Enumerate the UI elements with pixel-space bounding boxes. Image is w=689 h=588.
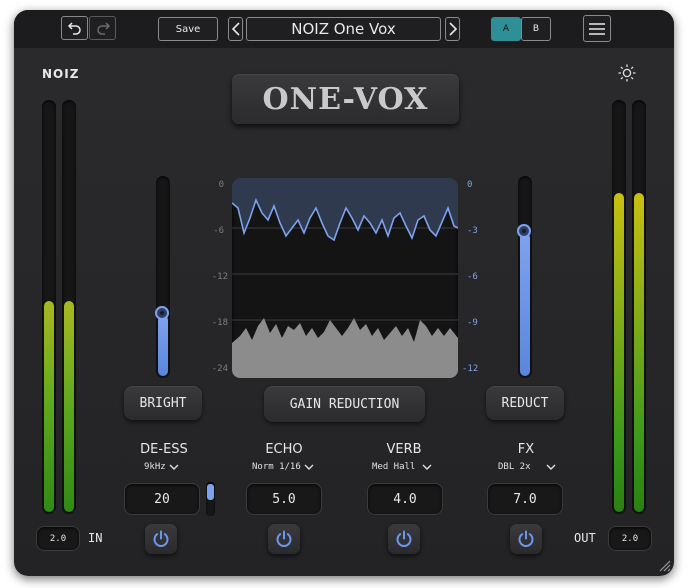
preset-name-display[interactable]: NOIZ One Vox [246,17,441,41]
output-meter-left-fill [614,193,624,512]
gain-reduction-graph [232,178,458,378]
echo-time-select[interactable]: Norm 1/16 [252,462,314,472]
product-title-plate: ONE-VOX [232,74,459,124]
fx-type-select[interactable]: DBL 2x [498,462,556,472]
left-scale-1: -6 [213,226,224,236]
gain-reduction-button[interactable]: GAIN REDUCTION [264,386,425,422]
output-meter-left [612,100,626,514]
bright-slider[interactable] [155,176,170,378]
verb-power-button[interactable] [388,524,420,554]
verb-label: VERB [386,442,422,457]
left-scale-0: 0 [218,180,224,190]
verb-value-field[interactable]: 4.0 [367,483,443,515]
bright-button[interactable]: BRIGHT [124,386,202,420]
undo-icon [67,22,81,35]
output-label: OUT [574,531,596,545]
chevron-down-icon [422,464,432,470]
redo-button[interactable] [89,16,116,40]
echo-time-value: Norm 1/16 [252,462,301,472]
chevron-down-icon [304,464,314,470]
brightness-icon[interactable] [618,64,636,82]
save-button[interactable]: Save [158,17,218,41]
right-scale-4: -12 [462,364,479,374]
power-icon [518,530,534,547]
reduct-slider-handle[interactable] [517,224,531,238]
reduct-slider[interactable] [517,176,532,378]
menu-icon [589,22,605,35]
left-scale-2: -12 [211,272,228,282]
input-meter-left [42,100,56,514]
resize-icon[interactable] [657,558,671,572]
input-meter-left-fill [44,300,54,512]
power-icon [153,530,169,547]
power-icon [396,530,412,547]
bright-slider-handle[interactable] [155,306,169,320]
verb-type-value: Med Hall [372,462,416,472]
output-meter-right-fill [634,193,644,512]
deess-mini-slider-handle[interactable] [207,484,214,500]
plugin-window: Save NOIZ One Vox A B NOIZ ONE-VOX 0 -6 … [14,10,674,576]
fx-label: FX [517,442,535,457]
input-meter-right-fill [64,300,74,512]
verb-type-select[interactable]: Med Hall [372,462,432,472]
top-bar: Save NOIZ One Vox A B [14,10,674,48]
chevron-down-icon [169,464,179,470]
next-preset-button[interactable] [445,17,460,41]
deess-power-button[interactable] [145,524,177,554]
input-waveform [232,318,458,378]
input-label: IN [88,531,103,545]
next-icon [448,22,457,36]
echo-label: ECHO [265,442,303,457]
prev-preset-button[interactable] [228,17,243,41]
deess-frequency-select[interactable]: 9kHz [144,462,179,472]
echo-power-button[interactable] [268,524,300,554]
menu-button[interactable] [583,15,611,42]
input-meter-right [62,100,76,514]
left-scale-4: -24 [211,364,228,374]
deess-label: DE-ESS [140,442,188,457]
right-scale-2: -6 [467,272,478,282]
fx-power-button[interactable] [510,524,542,554]
output-meter-right [632,100,646,514]
right-scale-0: 0 [467,180,473,190]
gain-reduction-display [232,178,458,378]
prev-icon [231,22,240,36]
noiz-logo: NOIZ [42,67,80,81]
power-icon [276,530,292,547]
chevron-down-icon [546,464,556,470]
right-scale-1: -3 [467,226,478,236]
fx-type-value: DBL 2x [498,462,531,472]
echo-value-field[interactable]: 5.0 [246,483,322,515]
fx-value-field[interactable]: 7.0 [487,483,563,515]
reduct-slider-fill [520,232,530,376]
redo-icon [96,22,110,35]
output-gain-field[interactable]: 2.0 [608,526,652,551]
undo-button[interactable] [61,16,88,40]
product-title: ONE-VOX [262,81,429,117]
reduct-button[interactable]: REDUCT [486,386,564,420]
ab-a-button[interactable]: A [491,17,521,41]
right-scale-3: -9 [467,318,478,328]
ab-b-button[interactable]: B [521,17,551,41]
deess-mini-slider[interactable] [206,482,215,516]
bright-slider-fill [158,315,168,376]
input-gain-field[interactable]: 2.0 [36,526,80,551]
deess-value-field[interactable]: 20 [124,483,200,515]
deess-frequency-value: 9kHz [144,462,166,472]
left-scale-3: -18 [211,318,228,328]
